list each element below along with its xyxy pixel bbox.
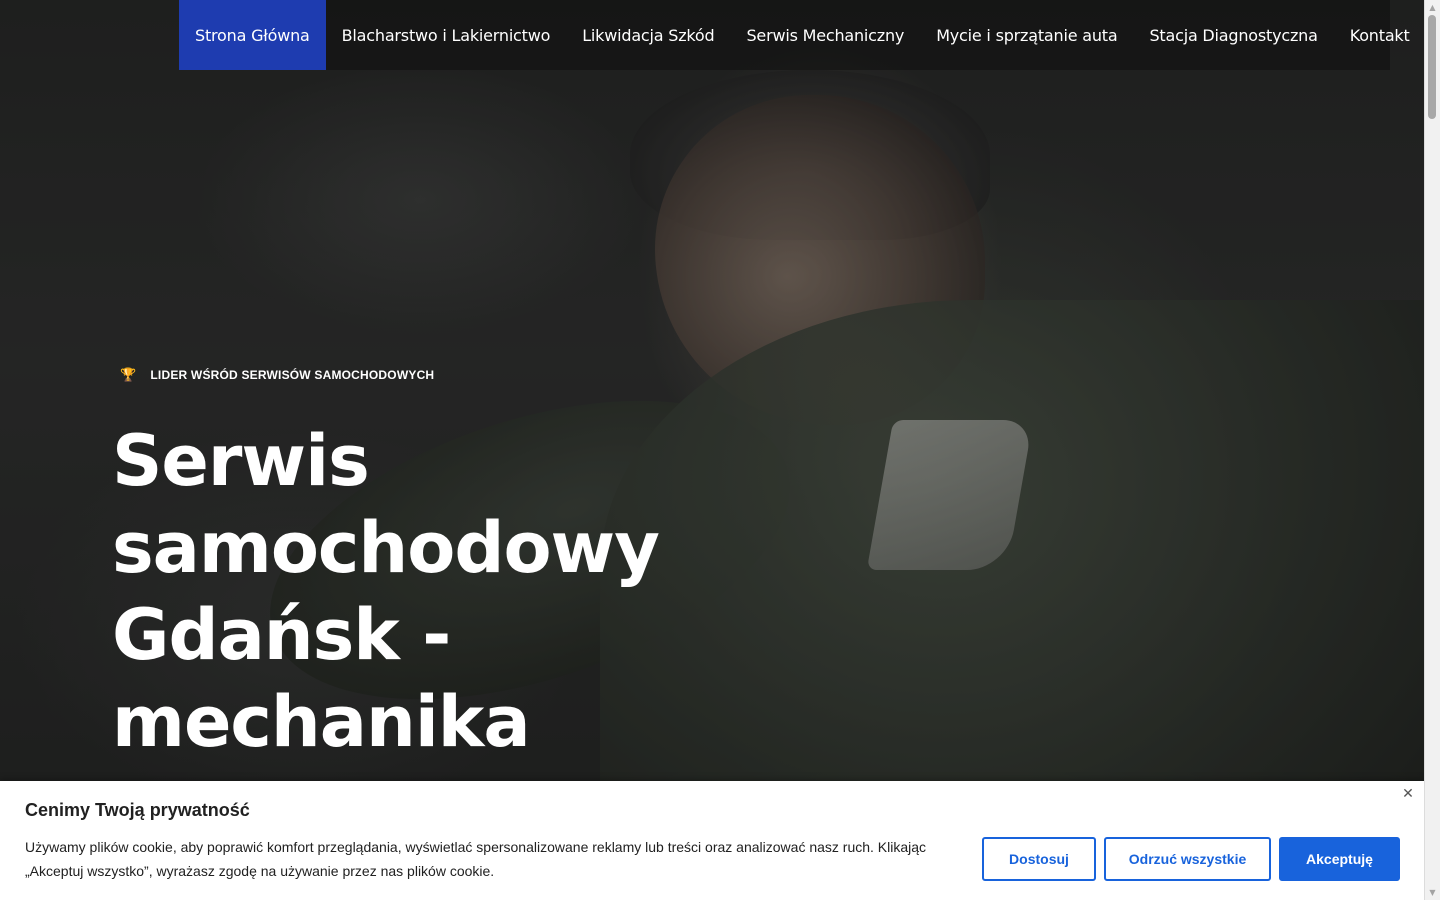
close-icon[interactable]: ✕ (1399, 784, 1417, 802)
trophy-icon: 🏆 (120, 367, 137, 382)
hero-title-line: samochodowy (112, 507, 660, 589)
nav-item-washing[interactable]: Mycie i sprzątanie auta (920, 0, 1133, 70)
reject-all-button[interactable]: Odrzuć wszystkie (1104, 837, 1271, 881)
main-nav: Strona Główna Blacharstwo i Lakiernictwo… (179, 0, 1410, 70)
hero-title-line: mechanika (112, 681, 531, 763)
nav-item-claims[interactable]: Likwidacja Szkód (566, 0, 730, 70)
cookie-banner: ✕ Cenimy Twoją prywatność Używamy plików… (0, 781, 1425, 900)
cookie-text: Używamy plików cookie, aby poprawić komf… (25, 839, 927, 879)
accept-button[interactable]: Akceptuję (1279, 837, 1400, 881)
hero-photo-face (655, 95, 985, 425)
hero-photo-hair (630, 70, 990, 240)
hero-badge-text: LIDER WŚRÓD SERWISÓW SAMOCHODOWYCH (150, 368, 435, 382)
hero-title-line: Gdańsk - (112, 594, 451, 676)
customize-button[interactable]: Dostosuj (982, 837, 1096, 881)
hero-badge: 🏆 LIDER WŚRÓD SERWISÓW SAMOCHODOWYCH (120, 367, 434, 383)
nav-item-home[interactable]: Strona Główna (179, 0, 326, 70)
scroll-thumb[interactable] (1428, 15, 1436, 119)
scroll-down-icon[interactable]: ▼ (1425, 885, 1440, 900)
nav-item-bodywork[interactable]: Blacharstwo i Lakiernictwo (326, 0, 567, 70)
cookie-title: Cenimy Twoją prywatność (25, 800, 250, 820)
scroll-up-icon[interactable]: ▲ (1425, 0, 1440, 15)
hero-title: Serwis samochodowy Gdańsk - mechanika (112, 418, 752, 766)
nav-item-contact[interactable]: Kontakt (1334, 0, 1426, 70)
nav-item-mechanical[interactable]: Serwis Mechaniczny (730, 0, 920, 70)
hero-photo-collar (866, 420, 1034, 570)
hero-title-line: Serwis (112, 420, 370, 502)
nav-item-diagnostics[interactable]: Stacja Diagnostyczna (1133, 0, 1333, 70)
scrollbar[interactable]: ▲ ▼ (1424, 0, 1440, 900)
